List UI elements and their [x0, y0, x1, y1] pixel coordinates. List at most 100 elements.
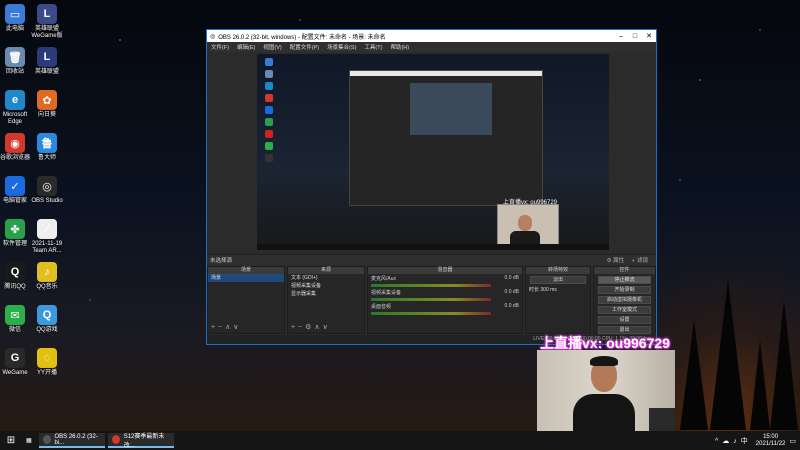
controls-title: 控件	[594, 267, 655, 274]
sources-panel: 来源 文本 (GDI+) 视频采集设备 显示器采集 +−⚙∧∨	[287, 266, 365, 334]
dock-panels: 场景 场景 +−∧∨ 来源 文本 (GDI+) 视频采集设备 显示器采集 +−⚙…	[207, 266, 656, 334]
windows-start-icon[interactable]: ⊞	[0, 431, 22, 450]
app-icon: G	[5, 348, 25, 368]
app-icon: L	[37, 47, 57, 67]
tray-clock[interactable]: 15:00 2021/11/22	[756, 434, 786, 448]
desktop-icon-label: OBS Studio	[31, 198, 63, 204]
minimize-icon[interactable]: –	[614, 33, 628, 40]
channel-db: 0.0 dB	[504, 275, 519, 281]
app-icon: 鲁	[37, 133, 57, 153]
source-item[interactable]: 视频采集设备	[288, 282, 364, 290]
app-icon: ◎	[37, 176, 57, 196]
control-button[interactable]: 工作室模式	[598, 306, 651, 314]
notification-icon[interactable]: ▭	[789, 437, 796, 445]
obs-titlebar[interactable]: ◎ OBS 26.0.2 (32-bit, windows) - 配置文件: 未…	[207, 30, 656, 42]
app-icon: ◌	[37, 348, 57, 368]
mixer-channel[interactable]: 麦克风/Aux 0.0 dB	[368, 274, 522, 288]
desktop-icon-label: 英雄联盟	[34, 69, 59, 75]
menu-item[interactable]: 工具(T)	[364, 43, 382, 51]
control-button[interactable]: 停止推流	[598, 276, 651, 284]
tray-icon[interactable]: ^	[715, 438, 718, 445]
channel-name: 麦克风/Aux	[371, 276, 397, 282]
preview-webcam	[497, 204, 559, 246]
menu-item[interactable]: 帮助(H)	[390, 43, 409, 51]
desktop-icon[interactable]: ♪ QQ音乐	[27, 262, 67, 291]
app-icon: ▭	[5, 4, 25, 24]
scene-toolbar[interactable]: +−∧∨	[211, 323, 241, 331]
source-toolbar: 未选择源 ⚙ 属性 ◐ 滤镜	[207, 254, 656, 265]
duration-label: 时长	[529, 287, 540, 293]
mixer-title: 混音器	[368, 267, 522, 274]
app-icon: ✓	[5, 176, 25, 196]
menu-item[interactable]: 场景集合(S)	[327, 43, 356, 51]
app-icon: L	[37, 4, 57, 24]
obs-menubar: 文件(F) 编辑(E) 视图(V) 配置文件(P) 场景集合(S) 工具(T) 帮助(H)	[207, 42, 656, 52]
desktop-icon-label: YY开播	[36, 370, 57, 376]
maximize-icon[interactable]: □	[628, 33, 642, 40]
source-toolbar[interactable]: +−⚙∧∨	[291, 323, 331, 331]
filters-button-label: 滤镜	[636, 258, 648, 264]
mixer-channel[interactable]: 视频采集设备 0.0 dB	[368, 288, 522, 302]
transitions-panel: 转场特效 淡出 时长 300 ms	[525, 266, 591, 334]
desktop-icon[interactable]: ◌ YY开播	[27, 348, 67, 377]
search-icon[interactable]: ▦	[22, 433, 36, 448]
taskbar-app[interactable]: S12赛季最新未改...	[107, 433, 174, 449]
desktop-icon-label: 2021-11-19 Team AR...	[31, 241, 63, 254]
menu-item[interactable]: 配置文件(P)	[290, 43, 319, 51]
desktop-icon[interactable]: ⁄ 2021-11-19 Team AR...	[27, 219, 67, 255]
taskbar-app[interactable]: OBS 26.0.2 (32-bi...	[38, 433, 105, 448]
menu-item[interactable]: 文件(F)	[211, 43, 229, 51]
taskbar-app-label: OBS 26.0.2 (32-bi...	[54, 433, 98, 446]
app-icon: Q	[5, 262, 25, 282]
app-icon	[111, 435, 120, 444]
app-icon: ♪	[37, 262, 57, 282]
taskbar-app-label: S12赛季最新未改...	[123, 433, 165, 449]
channel-name: 视频采集设备	[371, 290, 402, 296]
filters-button[interactable]: ◐ 滤镜	[632, 256, 648, 264]
properties-button[interactable]: ⚙ 属性	[607, 256, 624, 264]
app-icon: ✤	[5, 219, 25, 239]
desktop-icon[interactable]: ◎ OBS Studio	[27, 176, 67, 205]
clock-time: 15:00	[763, 433, 779, 440]
source-item[interactable]: 显示器采集	[288, 290, 364, 298]
scenes-title: 场景	[208, 267, 284, 274]
scene-item[interactable]: 场景	[208, 274, 284, 282]
app-icon: ✉	[5, 305, 25, 325]
desktop-icon[interactable]: ✿ 向日葵	[27, 90, 67, 119]
desktop-icon-label: 英雄联盟WeGame版	[31, 26, 63, 39]
control-button[interactable]: 开始录制	[598, 286, 651, 294]
close-icon[interactable]: ✕	[642, 32, 656, 40]
mixer-panel: 混音器 麦克风/Aux 0.0 dB 视频采集设备 0.0 dB 桌面音频 0.…	[367, 266, 523, 334]
obs-preview[interactable]: 上直播vx: ou996729	[257, 54, 609, 250]
no-source-label: 未选择源	[210, 258, 233, 264]
channel-db: 0.0 dB	[504, 289, 519, 295]
duration-row: 时长 300 ms	[526, 286, 590, 294]
desktop-icon[interactable]: Q QQ游戏	[27, 305, 67, 334]
duration-value[interactable]: 300 ms	[540, 287, 556, 293]
tray-icon[interactable]: 中	[741, 438, 748, 445]
desktop-icon[interactable]: 鲁鲁大师	[27, 133, 67, 162]
desktop-icon[interactable]: L 英雄联盟WeGame版	[27, 4, 67, 40]
menu-item[interactable]: 视图(V)	[263, 43, 281, 51]
mixer-channel[interactable]: 桌面音频 0.0 dB	[368, 302, 522, 316]
scenes-panel: 场景 场景 +−∧∨	[207, 266, 285, 334]
menu-item[interactable]: 编辑(E)	[237, 43, 255, 51]
app-icon	[42, 435, 51, 444]
preview-taskbar	[257, 244, 609, 250]
control-button[interactable]: 设置	[598, 316, 651, 324]
controls-panel: 控件 停止推流 开始录制 启动虚拟摄像机 工作室模式 设置 退出	[593, 266, 656, 334]
transition-select[interactable]: 淡出	[530, 276, 586, 284]
source-item[interactable]: 文本 (GDI+)	[288, 274, 364, 282]
app-icon: ◉	[5, 133, 25, 153]
control-button[interactable]: 启动虚拟摄像机	[598, 296, 651, 304]
tray-icon[interactable]: ♪	[733, 438, 737, 445]
tray-icon[interactable]: ☁	[722, 438, 729, 445]
system-tray: ^ ☁ ♪ 中 15:00 2021/11/22 ▭	[711, 431, 796, 450]
obs-window-title: OBS 26.0.2 (32-bit, windows) - 配置文件: 未命名…	[218, 34, 386, 41]
sources-title: 来源	[288, 267, 364, 274]
obs-window[interactable]: ◎ OBS 26.0.2 (32-bit, windows) - 配置文件: 未…	[206, 29, 657, 345]
desktop-icon[interactable]: L 英雄联盟	[27, 47, 67, 76]
app-icon: Q	[37, 305, 57, 325]
app-icon: ⁄	[37, 219, 57, 239]
desktop-icon-label: 向日葵	[37, 112, 56, 118]
